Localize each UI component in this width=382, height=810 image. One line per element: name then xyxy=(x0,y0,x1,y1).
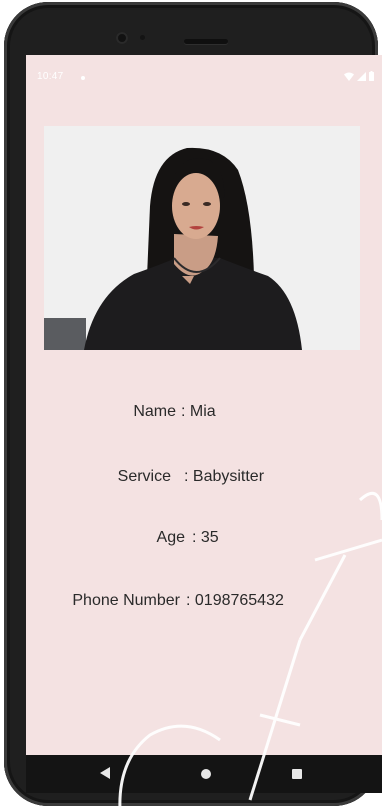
status-time: 10:47 xyxy=(37,71,64,82)
service-label: Service xyxy=(117,468,171,485)
phone-value: : 0198765432 xyxy=(186,592,284,609)
age-row: Age : 35 xyxy=(26,529,382,549)
phone-label: Phone Number xyxy=(72,592,180,609)
service-value: : Babysitter xyxy=(184,468,265,485)
home-icon[interactable] xyxy=(201,769,211,779)
notification-dot-icon xyxy=(81,76,85,80)
back-icon[interactable] xyxy=(100,767,110,779)
name-row: Name : Mia xyxy=(26,403,382,423)
status-bar: 10:47 xyxy=(26,55,382,99)
status-icons xyxy=(344,70,374,82)
name-label: Name xyxy=(133,403,176,420)
profile-photo xyxy=(44,126,360,350)
age-value: : 35 xyxy=(192,529,219,546)
sensor-icon xyxy=(140,35,145,40)
navigation-bar xyxy=(26,755,382,793)
wifi-icon xyxy=(344,72,354,81)
earpiece-speaker xyxy=(184,39,228,44)
battery-icon xyxy=(369,71,374,81)
front-camera-icon xyxy=(116,32,128,44)
signal-icon xyxy=(357,71,366,81)
age-label: Age xyxy=(156,529,185,546)
phone-row: Phone Number : 0198765432 xyxy=(26,592,382,612)
recents-icon[interactable] xyxy=(292,769,302,779)
app-screen: 10:47 Name: Mia Service: Babysitter Ag… xyxy=(26,55,382,755)
name-value: : Mia xyxy=(181,403,216,420)
service-row: Service : Babysitter xyxy=(26,468,382,488)
profile-photo-image xyxy=(44,126,360,350)
